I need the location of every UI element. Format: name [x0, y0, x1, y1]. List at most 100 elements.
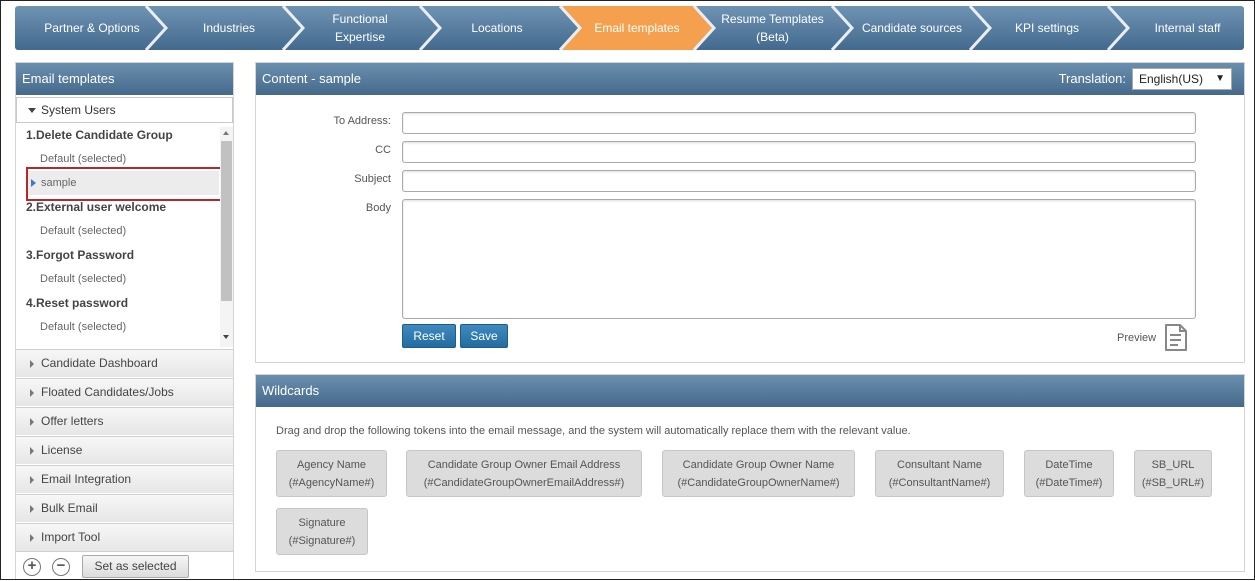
tab-candidate-sources[interactable]: Candidate sources [835, 6, 975, 50]
translation-select[interactable]: English(US) ▼ [1132, 68, 1232, 90]
accordion-bulk-email[interactable]: Bulk Email [16, 494, 233, 522]
content-panel: Content - sample Translation: English(US… [255, 62, 1245, 363]
wildcard-token[interactable]: Candidate Group Owner Email Address (#Ca… [406, 450, 642, 497]
subject-input[interactable] [402, 170, 1196, 192]
accordion-email-integration[interactable]: Email Integration [16, 465, 233, 493]
reset-button[interactable]: Reset [402, 324, 456, 348]
email-templates-panel: Email templates System Users 1.Delete Ca… [15, 62, 234, 581]
triangle-right-icon [30, 534, 34, 542]
remove-icon[interactable]: − [52, 558, 70, 576]
template-group-3[interactable]: 3.Forgot Password [16, 243, 219, 267]
body-label: Body [365, 202, 391, 214]
template-group-1[interactable]: 1.Delete Candidate Group [16, 123, 219, 147]
triangle-right-icon [31, 179, 36, 187]
content-panel-header: Content - sample Translation: English(US… [256, 63, 1244, 95]
accordion-license[interactable]: License [16, 436, 233, 464]
add-icon[interactable]: + [23, 558, 41, 576]
tab-partner-options[interactable]: Partner & Options [15, 6, 155, 50]
system-users-label: System Users [41, 103, 116, 117]
wildcard-code: (#ConsultantName#) [888, 477, 991, 489]
wildcard-token[interactable]: Signature (#Signature#) [276, 508, 368, 555]
preview-document-icon[interactable] [1162, 323, 1190, 353]
subject-label: Subject [354, 173, 391, 185]
wildcards-title: Wildcards [262, 383, 320, 398]
tab-functional-expertise[interactable]: Functional Expertise [288, 6, 418, 50]
translation-label: Translation: [1058, 71, 1126, 86]
wildcard-code: (#AgencyName#) [288, 477, 375, 489]
template-item-default[interactable]: Default (selected) [16, 315, 219, 339]
accordion-label: License [41, 443, 83, 457]
wildcard-code: (#Signature#) [288, 535, 356, 547]
template-item-sample[interactable]: sample [26, 171, 219, 195]
caret-down-icon [28, 108, 36, 113]
accordion-label: Candidate Dashboard [41, 356, 158, 370]
scroll-up-arrow-icon[interactable] [223, 131, 229, 135]
accordion-label: Email Integration [41, 472, 132, 486]
wildcard-code: (#CandidateGroupOwnerName#) [677, 477, 840, 489]
wildcard-name: Candidate Group Owner Name [682, 459, 835, 471]
template-group-4[interactable]: 4.Reset password [16, 291, 219, 315]
cc-input[interactable] [402, 141, 1196, 163]
cc-label: CC [375, 144, 391, 156]
template-item-default[interactable]: Default (selected) [16, 219, 219, 243]
scrollbar-thumb[interactable] [221, 141, 232, 301]
tab-email-templates[interactable]: Email templates [565, 6, 695, 50]
wildcard-token[interactable]: DateTime (#DateTime#) [1024, 450, 1114, 497]
wildcard-name: SB_URL [1151, 459, 1195, 471]
wildcard-token[interactable]: Agency Name (#AgencyName#) [276, 450, 387, 497]
wildcard-name: Consultant Name [897, 459, 982, 471]
set-as-selected-button[interactable]: Set as selected [82, 555, 189, 578]
dropdown-arrow-icon: ▼ [1215, 73, 1225, 84]
accordion-import-tool[interactable]: Import Tool [16, 523, 233, 551]
tab-locations[interactable]: Locations [425, 6, 555, 50]
email-templates-panel-title: Email templates [16, 63, 233, 95]
translation-value: English(US) [1139, 72, 1204, 86]
content-panel-title: Content - sample [262, 71, 361, 86]
to-address-label: To Address: [333, 115, 391, 127]
accordion-label: Bulk Email [41, 501, 98, 515]
triangle-right-icon [30, 418, 34, 426]
system-users-section[interactable]: System Users [16, 97, 233, 123]
wildcard-name: DateTime [1045, 459, 1093, 471]
wildcard-name: Signature [298, 517, 346, 529]
wildcards-panel: Wildcards Drag and drop the following to… [255, 374, 1245, 572]
to-address-input[interactable] [402, 112, 1196, 134]
template-tree: 1.Delete Candidate Group Default (select… [16, 123, 233, 349]
template-item-default[interactable]: Default (selected) [16, 147, 219, 171]
accordion-label: Floated Candidates/Jobs [41, 385, 174, 399]
wildcards-panel-header: Wildcards [256, 375, 1244, 407]
preview-label: Preview [1117, 332, 1157, 344]
wildcards-description: Drag and drop the following tokens into … [276, 425, 911, 437]
triangle-right-icon [30, 360, 34, 368]
accordion-label: Import Tool [41, 530, 101, 544]
save-button[interactable]: Save [460, 324, 508, 348]
triangle-right-icon [30, 389, 34, 397]
wildcard-token[interactable]: Consultant Name (#ConsultantName#) [875, 450, 1004, 497]
wildcard-token[interactable]: SB_URL (#SB_URL#) [1134, 450, 1212, 497]
triangle-right-icon [30, 447, 34, 455]
accordion-label: Offer letters [41, 414, 104, 428]
triangle-right-icon [30, 505, 34, 513]
wildcard-code: (#CandidateGroupOwnerEmailAddress#) [423, 477, 625, 489]
scroll-down-arrow-icon[interactable] [223, 335, 229, 339]
tab-resume-templates[interactable]: Resume Templates (Beta) [698, 6, 833, 50]
left-panel-footer: + − Set as selected [16, 551, 233, 581]
wildcard-code: (#SB_URL#) [1141, 477, 1205, 489]
wildcard-code: (#DateTime#) [1035, 477, 1103, 489]
wildcard-name: Candidate Group Owner Email Address [427, 459, 621, 471]
settings-tab-bar: Partner & Options Industries Functional … [15, 6, 1244, 50]
tab-internal-staff[interactable]: Internal staff [1113, 6, 1244, 50]
template-item-sample-label: sample [41, 177, 77, 189]
template-group-2[interactable]: 2.External user welcome [16, 195, 219, 219]
accordion-candidate-dashboard[interactable]: Candidate Dashboard [16, 349, 233, 377]
tab-kpi-settings[interactable]: KPI settings [975, 6, 1105, 50]
body-textarea[interactable] [402, 199, 1196, 319]
triangle-right-icon [30, 476, 34, 484]
tab-industries[interactable]: Industries [157, 6, 287, 50]
wildcard-token[interactable]: Candidate Group Owner Name (#CandidateGr… [662, 450, 855, 497]
accordion-offer-letters[interactable]: Offer letters [16, 407, 233, 435]
tree-scrollbar[interactable] [220, 127, 233, 347]
template-item-default[interactable]: Default (selected) [16, 267, 219, 291]
wildcard-name: Agency Name [296, 459, 367, 471]
accordion-floated-candidates[interactable]: Floated Candidates/Jobs [16, 378, 233, 406]
